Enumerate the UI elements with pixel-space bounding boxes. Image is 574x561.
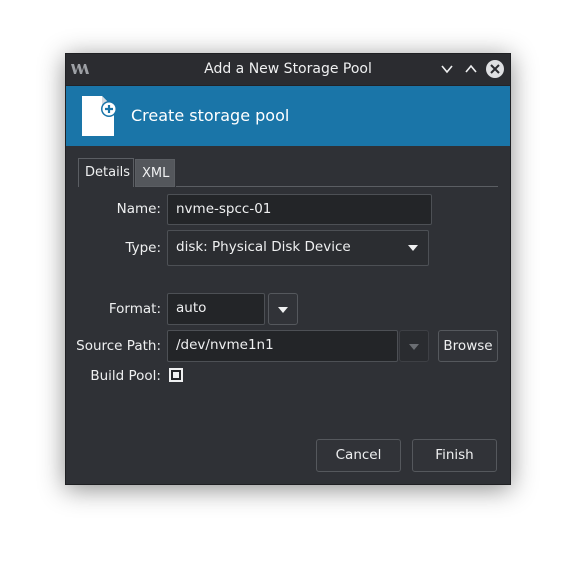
header-banner: Create storage pool bbox=[66, 86, 510, 146]
chevron-down-icon bbox=[408, 245, 418, 251]
format-dropdown-button[interactable] bbox=[268, 293, 298, 325]
format-input[interactable]: auto bbox=[167, 293, 265, 325]
source-path-label: Source Path: bbox=[76, 338, 161, 354]
chevron-down-icon bbox=[409, 344, 419, 350]
title-bar: Add a New Storage Pool bbox=[66, 54, 510, 86]
add-storage-pool-dialog: Add a New Storage Pool Create storage po… bbox=[65, 53, 511, 485]
finish-button[interactable]: Finish bbox=[412, 439, 497, 472]
tab-details[interactable]: Details bbox=[78, 158, 134, 187]
type-select-value: disk: Physical Disk Device bbox=[176, 239, 351, 255]
document-add-icon bbox=[82, 96, 116, 136]
type-select[interactable]: disk: Physical Disk Device bbox=[167, 230, 429, 266]
banner-title: Create storage pool bbox=[131, 106, 290, 125]
close-icon[interactable] bbox=[486, 60, 504, 78]
source-path-dropdown-button[interactable] bbox=[399, 330, 429, 362]
chevron-down-icon[interactable] bbox=[438, 60, 456, 78]
browse-button[interactable]: Browse bbox=[438, 330, 498, 362]
chevron-down-icon bbox=[278, 307, 288, 313]
name-input[interactable]: nvme-spcc-01 bbox=[167, 194, 432, 225]
source-path-input[interactable]: /dev/nvme1n1 bbox=[167, 330, 398, 362]
type-label: Type: bbox=[125, 240, 161, 256]
name-label: Name: bbox=[116, 201, 161, 217]
tab-divider bbox=[176, 186, 498, 187]
cancel-button[interactable]: Cancel bbox=[316, 439, 401, 472]
format-label: Format: bbox=[108, 301, 161, 317]
build-pool-label: Build Pool: bbox=[90, 368, 161, 384]
build-pool-checkbox[interactable] bbox=[169, 368, 183, 382]
chevron-up-icon[interactable] bbox=[462, 60, 480, 78]
tab-xml[interactable]: XML bbox=[135, 159, 175, 187]
